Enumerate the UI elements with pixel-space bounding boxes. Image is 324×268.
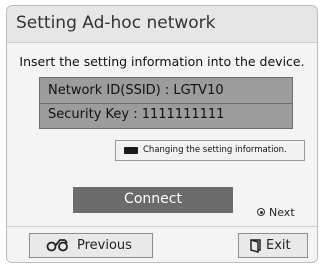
dialog-title: Setting Ad-hoc network — [16, 13, 216, 33]
adhoc-setting-dialog: Setting Ad-hoc network Insert the settin… — [6, 5, 318, 263]
previous-label: Previous — [77, 238, 132, 253]
connect-button[interactable]: Connect — [73, 187, 233, 213]
network-info-box: Network ID(SSID) : LGTV10 Security Key :… — [39, 77, 293, 129]
exit-door-icon — [250, 239, 261, 257]
change-setting-label: Changing the setting information. — [143, 145, 287, 155]
change-setting-button[interactable]: Changing the setting information. — [115, 140, 305, 161]
footer-divider — [7, 226, 317, 227]
radio-selected-icon — [257, 208, 265, 216]
blue-button-icon — [124, 147, 138, 154]
previous-button[interactable]: Previous — [29, 233, 153, 258]
instruction-text: Insert the setting information into the … — [19, 54, 305, 69]
network-id-text: Network ID(SSID) : LGTV10 — [48, 83, 224, 98]
next-label: Next — [269, 206, 295, 219]
exit-label: Exit — [266, 238, 291, 253]
back-arrow-icon — [46, 238, 70, 256]
exit-button[interactable]: Exit — [238, 233, 308, 258]
next-hint[interactable]: Next — [257, 206, 295, 219]
info-divider — [40, 103, 292, 104]
title-bar: Setting Ad-hoc network — [7, 6, 317, 43]
security-key-text: Security Key : 1111111111 — [48, 107, 225, 122]
